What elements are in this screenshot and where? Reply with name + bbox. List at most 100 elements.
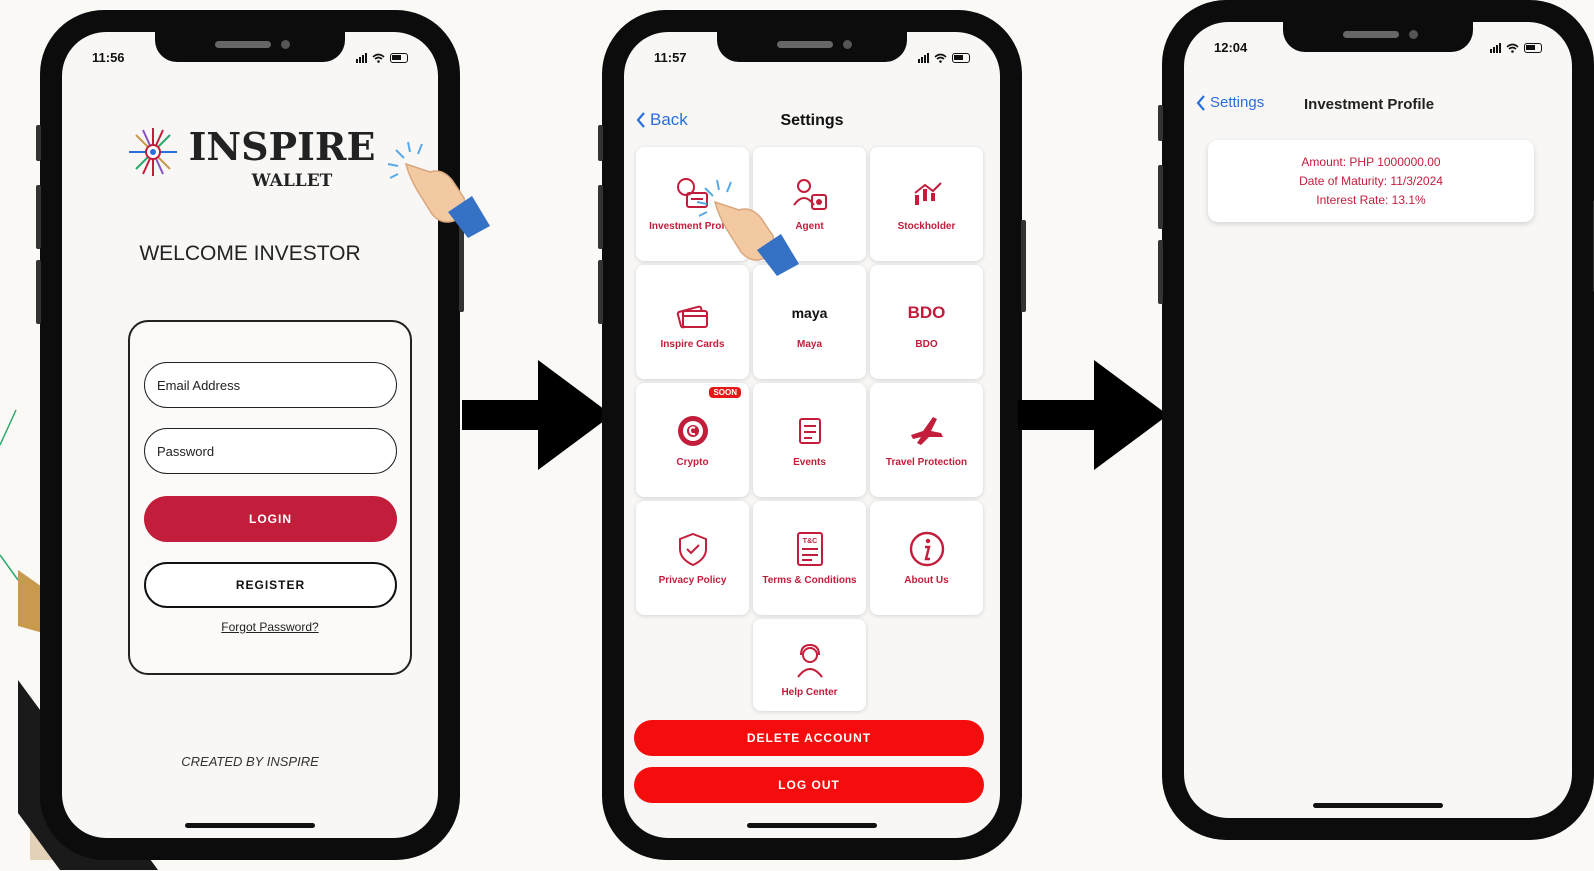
- tile-label: Events: [793, 457, 826, 468]
- tile-label: Inspire Cards: [660, 339, 725, 350]
- interest-rate-text: Interest Rate: 13.1%: [1316, 193, 1426, 207]
- airplane-icon: [910, 417, 943, 445]
- login-screen: 11:56 INSPIRE WALLET WELCOME INVESTOR Em…: [62, 32, 438, 838]
- tile-stockholder[interactable]: Stockholder: [870, 147, 983, 261]
- tile-maya[interactable]: maya Maya: [753, 265, 866, 379]
- status-time: 11:57: [654, 50, 687, 65]
- bdo-logo: BDO: [907, 303, 946, 322]
- back-label: Settings: [1210, 94, 1265, 111]
- status-bar: 11:57: [654, 50, 970, 65]
- phone-side-button: [1021, 220, 1026, 312]
- tile-events[interactable]: Events: [753, 383, 866, 497]
- phone-side-button: [36, 125, 41, 161]
- battery-icon: [952, 52, 970, 63]
- tap-hand-icon: [696, 179, 799, 276]
- signal-icon: [1490, 42, 1501, 53]
- settings-screen: 11:57 Back Settings Investment Profile A…: [624, 32, 1000, 838]
- phone-side-button: [1158, 165, 1163, 229]
- credit-text: CREATED BY INSPIRE: [181, 754, 319, 769]
- phone-investment-profile: 12:04 Settings Investment Profile Amount…: [1158, 0, 1594, 840]
- login-button[interactable]: LOGIN: [144, 496, 397, 542]
- phone-login: 11:56 INSPIRE WALLET WELCOME INVESTOR Em…: [36, 10, 464, 860]
- phone-side-button: [36, 185, 41, 249]
- investment-summary-card: Amount: PHP 1000000.00 Date of Maturity:…: [1208, 140, 1534, 222]
- cards-icon: [676, 305, 708, 329]
- nav-bar: Back Settings: [624, 110, 1000, 140]
- forgot-password-link[interactable]: Forgot Password?: [130, 620, 410, 634]
- email-field[interactable]: [144, 362, 397, 408]
- wifi-icon: [934, 53, 947, 63]
- status-bar: 12:04: [1214, 40, 1542, 55]
- tap-hand-icon: [387, 141, 490, 238]
- soon-badge: SOON: [709, 387, 741, 398]
- login-form: LOGIN REGISTER Forgot Password?: [128, 320, 412, 675]
- status-bar: 11:56: [92, 50, 408, 65]
- logo-star-icon: [128, 128, 177, 176]
- phone-settings: 11:57 Back Settings Investment Profile A…: [598, 10, 1026, 860]
- tile-label: Help Center: [781, 687, 838, 698]
- tile-bdo[interactable]: BDO BDO: [870, 265, 983, 379]
- events-icon: [798, 418, 821, 444]
- tile-label: Terms & Conditions: [762, 575, 857, 586]
- tile-label: Crypto: [676, 457, 709, 468]
- shield-icon: [678, 532, 707, 567]
- tile-label: Stockholder: [897, 221, 956, 232]
- logout-button[interactable]: LOG OUT: [634, 767, 984, 803]
- tile-empty: [870, 619, 983, 733]
- wifi-icon: [372, 53, 385, 63]
- info-icon: [909, 531, 944, 567]
- welcome-heading: WELCOME INVESTOR: [139, 242, 361, 265]
- tile-label: Privacy Policy: [658, 575, 727, 586]
- app-logo: INSPIRE WALLET: [62, 124, 438, 191]
- decorative-line: [0, 409, 19, 581]
- tile-about-us[interactable]: About Us: [870, 501, 983, 615]
- tile-crypto[interactable]: SOON Crypto: [636, 383, 749, 497]
- phone-side-button: [598, 125, 603, 161]
- password-field[interactable]: [144, 428, 397, 474]
- phone-side-button: [1158, 240, 1163, 304]
- tile-inspire-cards[interactable]: Inspire Cards: [636, 265, 749, 379]
- maya-logo: maya: [791, 305, 828, 321]
- terms-icon: T&C: [796, 532, 823, 566]
- signal-icon: [356, 52, 367, 63]
- chevron-left-icon: [1196, 94, 1205, 111]
- page-title: Investment Profile: [1304, 96, 1435, 113]
- signal-icon: [918, 52, 929, 63]
- crypto-icon: [677, 416, 708, 446]
- phone-side-button: [1158, 105, 1163, 141]
- tile-privacy-policy[interactable]: Privacy Policy: [636, 501, 749, 615]
- wifi-icon: [1506, 43, 1519, 53]
- maturity-text: Date of Maturity: 11/3/2024: [1299, 174, 1443, 188]
- home-indicator: [1313, 803, 1443, 808]
- status-time: 12:04: [1214, 40, 1248, 55]
- home-indicator: [747, 823, 877, 828]
- brand-name: INSPIRE: [188, 124, 376, 169]
- tile-travel-protection[interactable]: Travel Protection: [870, 383, 983, 497]
- brand-subtitle: WALLET: [251, 171, 333, 191]
- amount-text: Amount: PHP 1000000.00: [1301, 155, 1441, 169]
- tile-terms-conditions[interactable]: T&C Terms & Conditions: [753, 501, 866, 615]
- tile-help-center[interactable]: Help Center: [753, 619, 866, 711]
- phone-side-button: [598, 185, 603, 249]
- phone-side-button: [598, 260, 603, 324]
- flow-arrow: [1018, 360, 1168, 470]
- investment-profile-screen: 12:04 Settings Investment Profile Amount…: [1184, 22, 1572, 818]
- back-button[interactable]: Settings: [1196, 94, 1264, 111]
- status-time: 11:56: [92, 50, 125, 65]
- flow-arrow: [462, 360, 612, 470]
- tile-label: Travel Protection: [885, 457, 968, 468]
- phone-side-button: [36, 260, 41, 324]
- battery-icon: [390, 52, 408, 63]
- home-indicator: [185, 823, 315, 828]
- tile-label: BDO: [915, 339, 938, 350]
- stockholder-icon: [913, 182, 942, 205]
- delete-account-button[interactable]: DELETE ACCOUNT: [634, 720, 984, 756]
- terms-icon-text: T&C: [802, 538, 816, 545]
- register-button[interactable]: REGISTER: [144, 562, 397, 608]
- page-title: Settings: [780, 112, 844, 129]
- settings-grid: Investment Profile Agent Stockholder Ins…: [636, 147, 986, 733]
- support-icon: [796, 643, 823, 678]
- tile-label: Maya: [796, 339, 822, 350]
- tile-empty: [636, 619, 749, 733]
- battery-icon: [1524, 42, 1542, 53]
